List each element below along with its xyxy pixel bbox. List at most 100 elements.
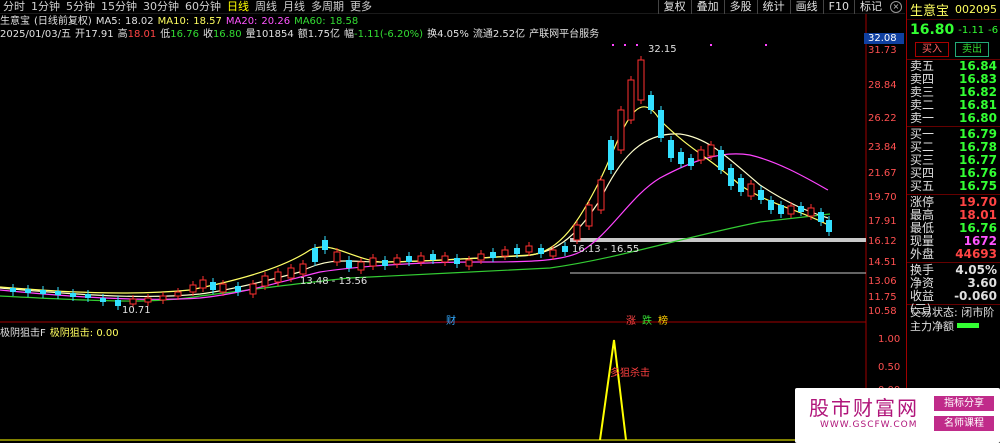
- indicator-signal-text: 多狙杀击: [610, 368, 650, 379]
- candle-body: [393, 257, 401, 265]
- ma10-label: MA10:: [157, 16, 190, 27]
- zhang-marker[interactable]: 涨: [626, 312, 636, 327]
- candle-body: [501, 249, 509, 257]
- candle-body: [189, 284, 197, 293]
- candle-body: [406, 256, 412, 262]
- row-label: 卖一: [910, 111, 935, 125]
- kline-chart[interactable]: [0, 0, 905, 443]
- stat-row: 外盘 44693: [907, 248, 1000, 261]
- candle-body: [573, 224, 581, 241]
- ma5-line: [0, 106, 829, 294]
- period-tabs: 分时 1分钟 5分钟 15分钟 30分钟 60分钟 日线 周线 月线 多周期 更多: [0, 0, 375, 14]
- toolbar-button[interactable]: 画线: [789, 0, 823, 14]
- price-change-pct: -6: [988, 24, 999, 36]
- buy-button[interactable]: 买入: [915, 42, 949, 57]
- candle-body: [249, 283, 257, 295]
- candle-body: [597, 179, 605, 211]
- close-icon[interactable]: ×: [890, 1, 902, 13]
- candle-body: [658, 110, 664, 138]
- candle-body: [826, 220, 832, 232]
- period-tab[interactable]: 30分钟: [140, 0, 182, 14]
- price-tick: 16.12: [868, 236, 897, 247]
- candle-body: [70, 293, 76, 297]
- ma5-value: 18.02: [125, 16, 154, 27]
- toolbar-button[interactable]: 叠加: [690, 0, 724, 14]
- panel-stock-code: 002095: [955, 3, 998, 16]
- period-tab[interactable]: 多周期: [308, 0, 347, 14]
- candle-body: [798, 206, 804, 212]
- candle-body: [818, 212, 824, 222]
- candle-body: [454, 258, 460, 264]
- candle-body: [430, 254, 436, 260]
- trade-buttons: 买入 卖出: [907, 40, 1000, 60]
- period-tab[interactable]: 更多: [347, 0, 375, 14]
- candle-body: [465, 259, 473, 267]
- watermark-title: 股市财富网: [809, 396, 919, 420]
- period-tab[interactable]: 5分钟: [63, 0, 98, 14]
- ask-list: 卖五 16.84 卖四 16.83 卖三 16.82 卖二 16.81 卖一 16.80: [907, 60, 1000, 125]
- period-tab[interactable]: 1分钟: [28, 0, 63, 14]
- candle-body: [688, 158, 694, 166]
- candle-body: [648, 95, 654, 110]
- low-label: 低: [160, 29, 171, 40]
- candle-body: [10, 288, 16, 292]
- die-marker[interactable]: 跌: [642, 312, 652, 327]
- period-tab[interactable]: 15分钟: [98, 0, 140, 14]
- ma60-label: MA60:: [294, 16, 326, 27]
- candle-body: [697, 149, 705, 161]
- candle-body: [787, 205, 795, 215]
- turnover-value: 4.05%: [437, 29, 469, 40]
- bid-list: 买一 16.79 买二 16.78 买三 16.77 买四 16.76 买五 16.75: [907, 128, 1000, 193]
- ma5-label: MA5:: [95, 16, 122, 27]
- period-tab[interactable]: 60分钟: [182, 0, 224, 14]
- toolbar-button[interactable]: 多股: [723, 0, 757, 14]
- period-toolbar: 分时 1分钟 5分钟 15分钟 30分钟 60分钟 日线 周线 月线 多周期 更多 复权 叠加 多股 统计…: [0, 0, 905, 14]
- toolbar-right: 复权 叠加 多股 统计 画线 F10 标记 ×: [657, 0, 905, 14]
- candle-body: [441, 255, 449, 263]
- period-tab[interactable]: 日线: [224, 0, 252, 14]
- indicator-name[interactable]: 极阴狙击F: [0, 327, 46, 340]
- finance-marker[interactable]: 财: [446, 312, 456, 327]
- bang-marker[interactable]: 榜: [658, 312, 668, 327]
- candle-body: [333, 251, 341, 263]
- toolbar-button[interactable]: 统计: [756, 0, 790, 14]
- candle-body: [668, 140, 674, 158]
- candle-body: [525, 245, 533, 253]
- price-tick: 19.70: [868, 192, 897, 203]
- price-tick: 17.91: [868, 216, 897, 227]
- price-tick: 10.58: [868, 306, 897, 317]
- ind-axis-1: 1.00: [878, 334, 901, 345]
- row-value: -0.060: [954, 289, 997, 303]
- row-label: 外盘: [910, 247, 935, 261]
- toolbar-button[interactable]: F10: [822, 0, 854, 14]
- candle-body: [115, 300, 121, 306]
- tag-teacher-course[interactable]: 名师课程: [934, 416, 994, 431]
- price-change: -1.11: [958, 24, 985, 36]
- period-tab[interactable]: 周线: [252, 0, 280, 14]
- indicator-header: 极阴狙击F 极阴狙击: 0.00: [0, 327, 119, 340]
- period-tab[interactable]: 月线: [280, 0, 308, 14]
- indicator-spike: [599, 339, 627, 441]
- candle-body: [382, 260, 388, 266]
- tag-indicator-share[interactable]: 指标分享: [934, 396, 994, 411]
- candle-body: [768, 200, 774, 210]
- sell-button[interactable]: 卖出: [955, 42, 989, 57]
- candle-body: [585, 204, 593, 227]
- current-price: 16.80: [910, 22, 955, 38]
- ma20-line: [0, 153, 829, 300]
- ind-axis-2: 0.50: [878, 362, 901, 373]
- candle-body: [287, 267, 295, 279]
- close-label: 收: [202, 29, 213, 40]
- toolbar-button[interactable]: 标记: [854, 0, 887, 14]
- candle-body: [778, 205, 784, 214]
- candle-body: [210, 282, 216, 290]
- row-label: 买五: [910, 179, 935, 193]
- row-label: 收益(三): [910, 289, 935, 316]
- candle-body: [85, 294, 91, 298]
- period-tab[interactable]: 分时: [0, 0, 28, 14]
- toolbar-button[interactable]: 复权: [657, 0, 691, 14]
- ask-row: 卖一 16.80: [907, 112, 1000, 125]
- candle-body: [322, 240, 328, 250]
- change-value: -1.11(-6.20%): [354, 29, 424, 40]
- candle-body: [357, 261, 365, 271]
